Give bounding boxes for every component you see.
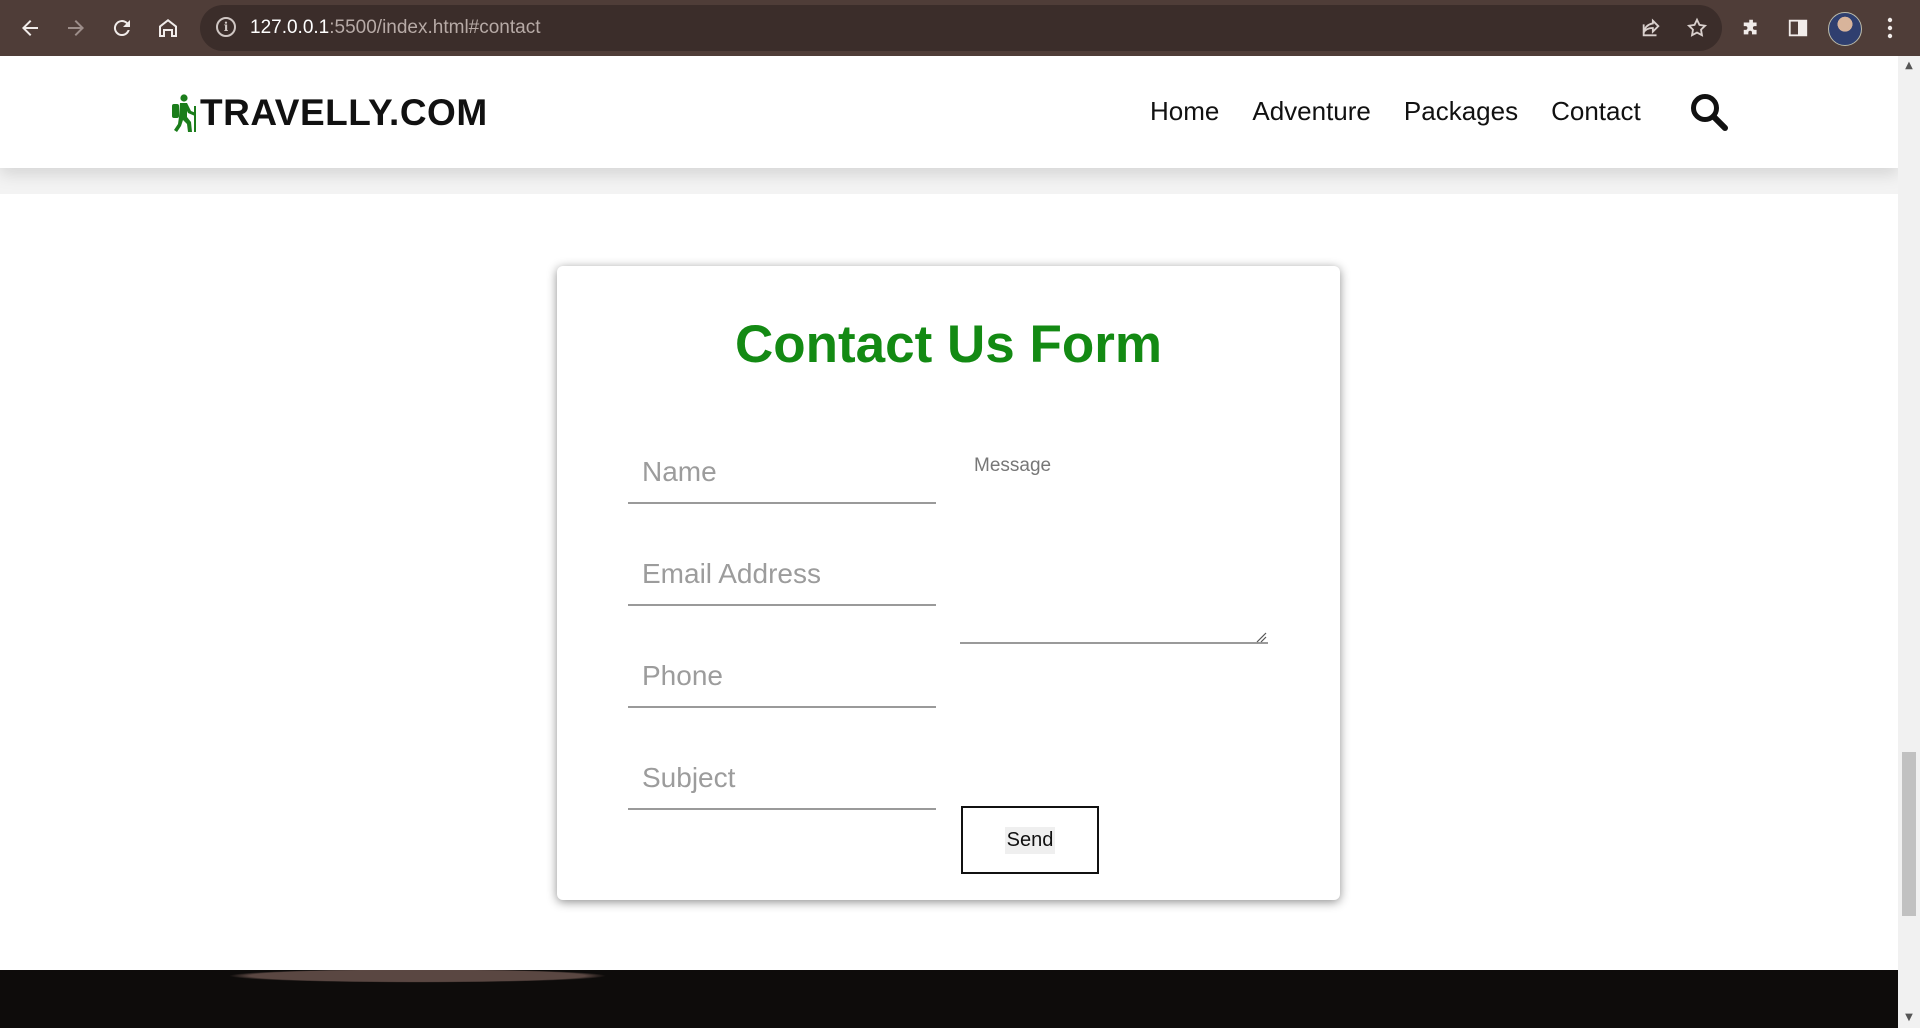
- logo-text: TRAVELLY.COM: [200, 92, 488, 133]
- page-viewport: TRAVELLY.COM Home Adventure Packages Con…: [0, 56, 1898, 1028]
- scrollbar-thumb[interactable]: [1902, 752, 1916, 916]
- subject-input[interactable]: [628, 748, 936, 810]
- scroll-down-icon[interactable]: ▼: [1898, 1008, 1920, 1028]
- forward-icon[interactable]: [58, 10, 94, 46]
- contact-form-card: Contact Us Form Send: [557, 266, 1340, 900]
- browser-toolbar: i 127.0.0.1:5500/index.html#contact: [0, 0, 1920, 56]
- nav-contact[interactable]: Contact: [1551, 96, 1641, 127]
- phone-input[interactable]: [628, 646, 936, 708]
- more-menu-icon[interactable]: [1872, 10, 1908, 46]
- main-nav: Home Adventure Packages Contact: [1150, 96, 1674, 127]
- nav-packages[interactable]: Packages: [1404, 96, 1518, 127]
- extensions-icon[interactable]: [1734, 10, 1770, 46]
- send-button-label: Send: [1004, 826, 1056, 854]
- nav-adventure[interactable]: Adventure: [1252, 96, 1371, 127]
- address-bar[interactable]: i 127.0.0.1:5500/index.html#contact: [200, 5, 1722, 51]
- page-scrollbar[interactable]: ▲ ▼: [1898, 56, 1920, 1028]
- bookmark-star-icon[interactable]: [1682, 13, 1712, 43]
- footer-image-strip: [0, 970, 1898, 1028]
- message-textarea[interactable]: [960, 443, 1268, 644]
- form-title: Contact Us Form: [735, 315, 1162, 374]
- header-shadow-band: [0, 168, 1898, 194]
- reload-icon[interactable]: [104, 10, 140, 46]
- name-input[interactable]: [628, 442, 936, 504]
- site-logo[interactable]: TRAVELLY.COM: [170, 92, 488, 134]
- url-text[interactable]: 127.0.0.1:5500/index.html#contact: [250, 17, 541, 39]
- scroll-up-icon[interactable]: ▲: [1898, 56, 1920, 76]
- site-header: TRAVELLY.COM Home Adventure Packages Con…: [0, 56, 1898, 168]
- resize-grip-icon[interactable]: [1255, 631, 1267, 643]
- search-icon[interactable]: [1689, 92, 1729, 132]
- send-button[interactable]: Send: [961, 806, 1099, 874]
- side-panel-icon[interactable]: [1780, 10, 1816, 46]
- home-icon[interactable]: [150, 10, 186, 46]
- share-icon[interactable]: [1636, 13, 1666, 43]
- back-icon[interactable]: [12, 10, 48, 46]
- email-input[interactable]: [628, 544, 936, 606]
- profile-avatar[interactable]: [1828, 12, 1862, 46]
- nav-home[interactable]: Home: [1150, 96, 1219, 127]
- hiker-icon: [172, 94, 196, 132]
- site-info-icon[interactable]: i: [216, 17, 236, 37]
